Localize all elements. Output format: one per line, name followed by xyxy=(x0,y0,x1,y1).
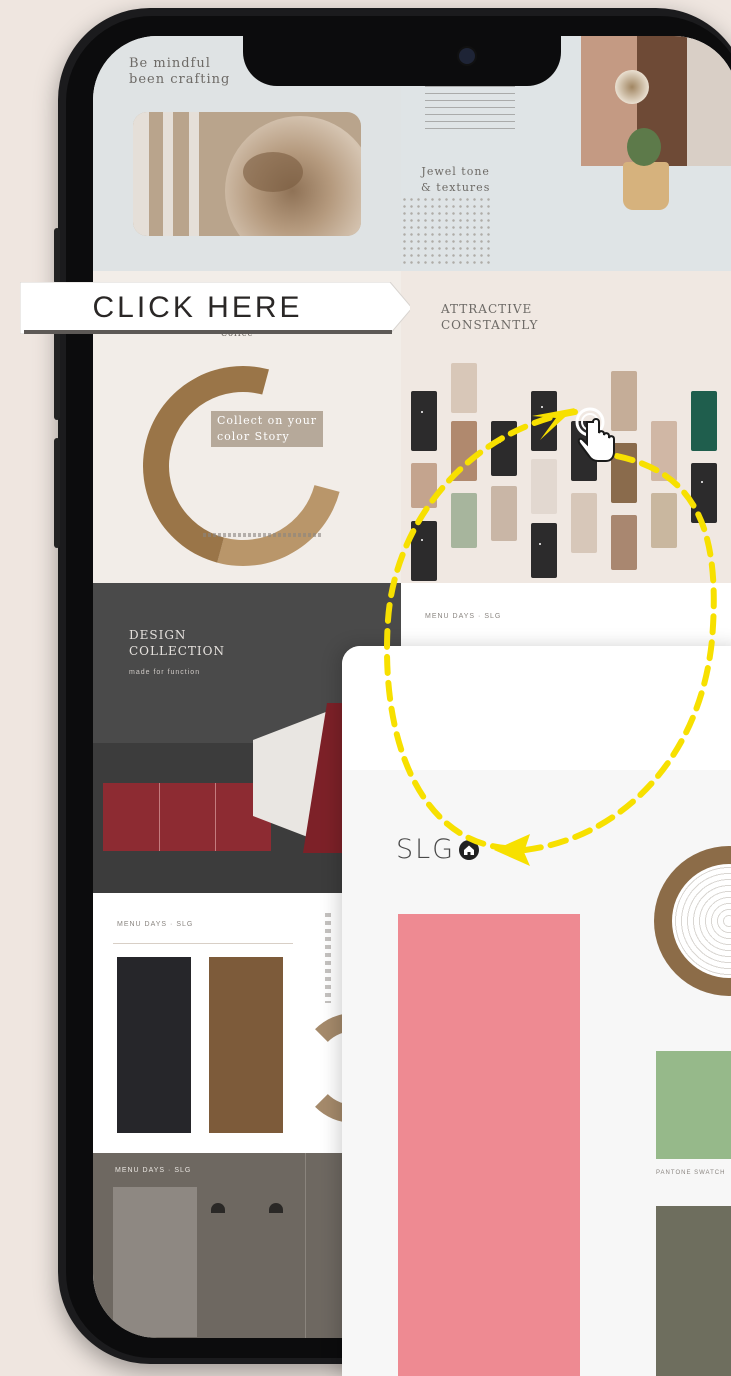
hand-pointer-icon xyxy=(572,404,616,464)
dashed-arrow-icon xyxy=(384,408,717,866)
